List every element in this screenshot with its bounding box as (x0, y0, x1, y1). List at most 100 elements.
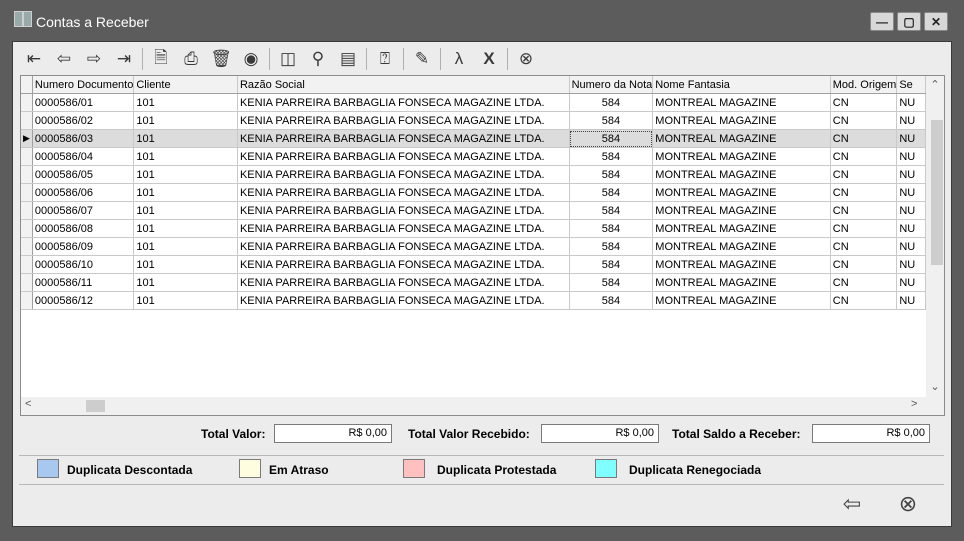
table-cell[interactable]: 101 (133, 255, 238, 274)
table-cell[interactable]: KENIA PARREIRA BARBAGLIA FONSECA MAGAZIN… (237, 219, 570, 238)
table-cell[interactable]: MONTREAL MAGAZINE (652, 237, 831, 256)
table-cell[interactable]: KENIA PARREIRA BARBAGLIA FONSECA MAGAZIN… (237, 201, 570, 220)
table-cell[interactable]: 101 (133, 201, 238, 220)
table-cell[interactable]: 101 (133, 291, 238, 310)
table-cell[interactable]: KENIA PARREIRA BARBAGLIA FONSECA MAGAZIN… (237, 129, 570, 148)
table-cell[interactable]: MONTREAL MAGAZINE (652, 291, 831, 310)
total-recebido-field[interactable]: R$ 0,00 (541, 424, 659, 443)
row-indicator[interactable] (21, 201, 33, 220)
column-header[interactable]: Numero da Nota (569, 76, 654, 94)
table-cell[interactable]: CN (830, 255, 898, 274)
current-row-indicator-icon[interactable]: ▶ (21, 129, 33, 148)
table-cell[interactable]: CN (830, 201, 898, 220)
table-cell[interactable]: 584 (569, 273, 654, 292)
table-cell[interactable]: CN (830, 219, 898, 238)
table-cell[interactable]: KENIA PARREIRA BARBAGLIA FONSECA MAGAZIN… (237, 147, 570, 166)
row-indicator[interactable] (21, 147, 33, 166)
table-cell[interactable]: MONTREAL MAGAZINE (652, 255, 831, 274)
table-row[interactable]: 0000586/08 101 KENIA PARREIRA BARBAGLIA FO… (21, 219, 926, 238)
table-cell[interactable]: NU (896, 147, 926, 166)
row-indicator[interactable] (21, 183, 33, 202)
table-row[interactable]: 0000586/07 101 KENIA PARREIRA BARBAGLIA FO… (21, 201, 926, 220)
table-cell[interactable]: 584 (569, 201, 654, 220)
table-cell[interactable]: CN (830, 165, 898, 184)
table-cell[interactable]: MONTREAL MAGAZINE (652, 93, 831, 112)
row-indicator[interactable] (21, 219, 33, 238)
table-row[interactable]: 0000586/12 101 KENIA PARREIRA BARBAGLIA FO… (21, 291, 926, 310)
new-button[interactable]: 🗎 (146, 46, 176, 72)
print-button[interactable]: ⎙ (176, 46, 206, 72)
table-cell[interactable]: NU (896, 291, 926, 310)
scroll-up-icon[interactable]: ⌃ (926, 78, 944, 91)
table-cell[interactable]: 0000586/02 (32, 111, 135, 130)
scroll-left-icon[interactable]: < (25, 398, 31, 410)
minimize-button[interactable]: — (870, 12, 894, 31)
report-button[interactable]: ▤ (333, 46, 363, 72)
table-cell[interactable]: CN (830, 273, 898, 292)
table-cell[interactable]: CN (830, 129, 898, 148)
table-cell[interactable]: 101 (133, 237, 238, 256)
table-cell[interactable]: NU (896, 273, 926, 292)
previous-record-button[interactable]: ⇦ (49, 46, 79, 72)
table-cell[interactable]: MONTREAL MAGAZINE (652, 165, 831, 184)
maximize-button[interactable]: ▢ (897, 12, 921, 31)
table-cell[interactable]: KENIA PARREIRA BARBAGLIA FONSECA MAGAZIN… (237, 165, 570, 184)
table-cell[interactable]: 0000586/11 (32, 273, 135, 292)
table-cell[interactable]: NU (896, 93, 926, 112)
table-cell[interactable]: 0000586/08 (32, 219, 135, 238)
table-cell[interactable]: NU (896, 183, 926, 202)
close-window-button[interactable]: ✕ (924, 12, 948, 31)
last-record-button[interactable]: ⇥ (109, 46, 139, 72)
table-cell[interactable]: 0000586/03 (32, 129, 135, 148)
table-cell[interactable]: CN (830, 291, 898, 310)
back-button[interactable]: ⇦ (837, 489, 867, 519)
table-cell[interactable]: NU (896, 219, 926, 238)
table-cell[interactable]: 584 (569, 93, 654, 112)
table-cell[interactable]: 584 (569, 183, 654, 202)
delete-button[interactable]: 🗑 (206, 46, 236, 72)
table-cell[interactable]: KENIA PARREIRA BARBAGLIA FONSECA MAGAZIN… (237, 273, 570, 292)
table-row[interactable]: 0000586/09 101 KENIA PARREIRA BARBAGLIA FO… (21, 237, 926, 256)
table-cell[interactable]: 0000586/09 (32, 237, 135, 256)
table-cell[interactable]: 0000586/04 (32, 147, 135, 166)
row-indicator[interactable] (21, 255, 33, 274)
table-cell[interactable]: 584 (569, 165, 654, 184)
table-row[interactable]: 0000586/04 101 KENIA PARREIRA BARBAGLIA FO… (21, 147, 926, 166)
view-button[interactable]: ◉ (236, 46, 266, 72)
table-row[interactable]: ▶ 0000586/03 101 KENIA PARREIRA BARBAGLIA F… (21, 129, 926, 148)
table-cell[interactable]: 0000586/10 (32, 255, 135, 274)
table-cell[interactable]: 101 (133, 273, 238, 292)
table-cell[interactable]: KENIA PARREIRA BARBAGLIA FONSECA MAGAZIN… (237, 255, 570, 274)
table-cell[interactable]: 101 (133, 165, 238, 184)
help-button[interactable]: ⍰ (370, 46, 400, 72)
close-form-button[interactable]: ⊗ (511, 46, 541, 72)
table-cell[interactable]: NU (896, 165, 926, 184)
edit-button[interactable]: ✎ (407, 46, 437, 72)
table-cell[interactable]: KENIA PARREIRA BARBAGLIA FONSECA MAGAZIN… (237, 111, 570, 130)
vertical-scroll-thumb[interactable] (931, 120, 943, 265)
table-cell[interactable]: NU (896, 237, 926, 256)
column-header[interactable]: Nome Fantasia (652, 76, 831, 94)
table-row[interactable]: 0000586/06 101 KENIA PARREIRA BARBAGLIA FO… (21, 183, 926, 202)
table-cell[interactable]: CN (830, 183, 898, 202)
table-cell[interactable]: 584 (569, 219, 654, 238)
column-header[interactable]: Numero Documento (32, 76, 135, 94)
column-header[interactable]: Razão Social (237, 76, 570, 94)
table-cell[interactable]: CN (830, 111, 898, 130)
table-cell[interactable]: CN (830, 147, 898, 166)
table-cell[interactable]: MONTREAL MAGAZINE (652, 273, 831, 292)
row-indicator[interactable] (21, 273, 33, 292)
table-cell[interactable]: 0000586/12 (32, 291, 135, 310)
table-cell[interactable]: MONTREAL MAGAZINE (652, 201, 831, 220)
table-cell[interactable]: NU (896, 129, 926, 148)
table-cell[interactable]: 584 (569, 291, 654, 310)
horizontal-scroll-thumb[interactable] (86, 400, 105, 412)
table-row[interactable]: 0000586/11 101 KENIA PARREIRA BARBAGLIA FO… (21, 273, 926, 292)
table-row[interactable]: 0000586/01 101 KENIA PARREIRA BARBAGLIA FO… (21, 93, 926, 112)
next-record-button[interactable]: ⇨ (79, 46, 109, 72)
table-cell[interactable]: MONTREAL MAGAZINE (652, 147, 831, 166)
table-cell[interactable]: 0000586/05 (32, 165, 135, 184)
table-cell[interactable]: 584 (569, 129, 654, 148)
table-cell[interactable]: CN (830, 237, 898, 256)
scroll-right-icon[interactable]: > (911, 398, 917, 410)
